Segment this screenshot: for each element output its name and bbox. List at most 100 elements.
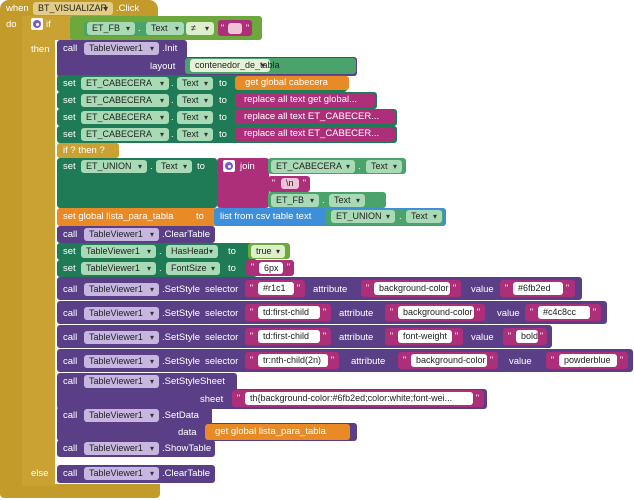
style4-attribute-value[interactable]: background-color	[411, 354, 487, 367]
style2-method: .SetStyle	[162, 308, 201, 319]
style3-attribute-value[interactable]: font-weight	[398, 330, 452, 343]
fs-quote-close: "	[286, 262, 291, 272]
replace-label-2: replace all text get global...	[244, 94, 358, 105]
style3-value-label: value	[471, 332, 494, 343]
if-mutator-gear-icon[interactable]	[31, 18, 43, 30]
set-property-4[interactable]: Text	[177, 128, 213, 141]
event-component-dropdown[interactable]: BT_VISUALIZAR	[33, 2, 113, 15]
join-arg1-property[interactable]: Text	[366, 160, 402, 173]
empty-text-field[interactable]	[228, 23, 242, 34]
if-label: if	[46, 19, 51, 30]
s1-sel-q2: "	[296, 283, 301, 293]
style4-method: .SetStyle	[162, 356, 201, 367]
has-head-property[interactable]: HasHead	[166, 245, 218, 258]
else-call: call	[63, 468, 78, 479]
join-arg3-dot: .	[322, 195, 325, 206]
operator-dropdown[interactable]: ≠	[186, 22, 214, 35]
style2-selector-value[interactable]: td:first-child	[258, 306, 320, 319]
condition-property-dropdown[interactable]: Text	[146, 22, 184, 35]
join-arg1-component[interactable]: ET_CABECERA	[271, 160, 355, 173]
has-head-dot: .	[159, 246, 162, 257]
get-global-lista-label: get global lista_para_tabla	[215, 426, 326, 437]
csv-property-dropdown[interactable]: Text	[406, 210, 442, 223]
set-component-2[interactable]: ET_CABECERA	[81, 94, 169, 107]
set-component-4[interactable]: ET_CABECERA	[81, 128, 169, 141]
style2-call: call	[63, 308, 78, 319]
init-component-dropdown[interactable]: TableViewer1	[84, 42, 159, 55]
style2-attribute-label: attribute	[339, 308, 374, 319]
style1-component[interactable]: TableViewer1	[84, 283, 159, 296]
show-component[interactable]: TableViewer1	[84, 442, 159, 455]
s1-sel-q1: "	[249, 283, 254, 293]
else-component[interactable]: TableViewer1	[84, 467, 159, 480]
style2-value[interactable]: #c4c8cc	[538, 306, 590, 319]
replace-label-3: replace all text ET_CABECER...	[244, 111, 380, 122]
set-data-call: call	[63, 410, 78, 421]
quote-open: "	[220, 23, 225, 33]
has-head-set: set	[63, 246, 76, 257]
s1-val-q1: "	[504, 283, 509, 293]
join-arg2-text[interactable]: \n	[281, 178, 299, 189]
style1-attribute-label: attribute	[313, 284, 348, 295]
condition-component-dropdown[interactable]: ET_FB	[87, 22, 135, 35]
sheet-label: sheet	[200, 394, 224, 405]
clear-component[interactable]: TableViewer1	[84, 228, 159, 241]
true-dropdown[interactable]: true	[251, 245, 285, 258]
s1-att-q1: "	[365, 283, 370, 293]
join-arg3-component[interactable]: ET_FB	[271, 194, 319, 207]
set-property-2[interactable]: Text	[177, 94, 213, 107]
show-call: call	[63, 443, 78, 454]
dot-3: .	[171, 112, 174, 123]
style3-selector-value[interactable]: td:first-child	[258, 330, 320, 343]
union-property-dropdown[interactable]: Text	[156, 160, 192, 173]
replace-label-4: replace all text ET_CABECER...	[244, 128, 380, 139]
style2-component[interactable]: TableViewer1	[84, 307, 159, 320]
dot: .	[138, 23, 141, 34]
style3-component[interactable]: TableViewer1	[84, 331, 159, 344]
has-head-component[interactable]: TableViewer1	[81, 245, 156, 258]
to-label-1: to	[219, 78, 227, 89]
set-component-1[interactable]: ET_CABECERA	[81, 77, 169, 90]
font-size-value[interactable]: 6px	[259, 262, 283, 274]
s4-val-q2: "	[619, 355, 624, 365]
style1-value[interactable]: #6fb2ed	[513, 282, 563, 295]
union-dot: .	[150, 161, 153, 172]
style2-selector-label: selector	[205, 308, 239, 319]
set-data-component[interactable]: TableViewer1	[84, 409, 159, 422]
dot-1: .	[171, 78, 174, 89]
style3-value[interactable]: bold	[516, 330, 538, 343]
join-arg3-property[interactable]: Text	[329, 194, 365, 207]
style2-attribute-value[interactable]: background-color	[398, 306, 474, 319]
style-sheet-component[interactable]: TableViewer1	[84, 375, 159, 388]
sheet-value[interactable]: th{background-color:#6fb2ed;color:white;…	[245, 392, 473, 405]
when-label: when	[6, 3, 29, 14]
arg2-quote-open: "	[271, 178, 276, 188]
font-size-property[interactable]: FontSize	[166, 262, 220, 275]
s4-sel-q1: "	[249, 355, 254, 365]
dot-4: .	[171, 129, 174, 140]
s4-att-q2: "	[489, 355, 494, 365]
style1-selector-label: selector	[205, 284, 239, 295]
arg2-quote-close: "	[302, 178, 307, 188]
csv-component-dropdown[interactable]: ET_UNION	[331, 210, 395, 223]
quote-close: "	[245, 23, 250, 33]
style4-component[interactable]: TableViewer1	[84, 355, 159, 368]
s2-sel-q1: "	[249, 307, 254, 317]
style4-value-label: value	[509, 356, 532, 367]
set-data-method: .SetData	[162, 410, 199, 421]
style1-attribute-value[interactable]: background-color	[374, 282, 450, 295]
set-global-label: set global lista_para_tabla	[63, 211, 174, 222]
style1-selector-value[interactable]: #r1c1	[258, 282, 294, 295]
set-component-3[interactable]: ET_CABECERA	[81, 111, 169, 124]
style4-selector-value[interactable]: tr:nth-child(2n)	[258, 354, 328, 367]
layout-value-dropdown[interactable]: contenedor_de_tabla	[190, 59, 280, 72]
if-block-spine	[22, 16, 55, 486]
join-mutator-gear-icon[interactable]	[223, 160, 235, 172]
style4-value[interactable]: powderblue	[559, 354, 617, 367]
style1-value-label: value	[471, 284, 494, 295]
set-property-3[interactable]: Text	[177, 111, 213, 124]
set-property-1[interactable]: Text	[177, 77, 213, 90]
font-size-component[interactable]: TableViewer1	[81, 262, 156, 275]
style1-call: call	[63, 284, 78, 295]
union-component-dropdown[interactable]: ET_UNION	[81, 160, 147, 173]
